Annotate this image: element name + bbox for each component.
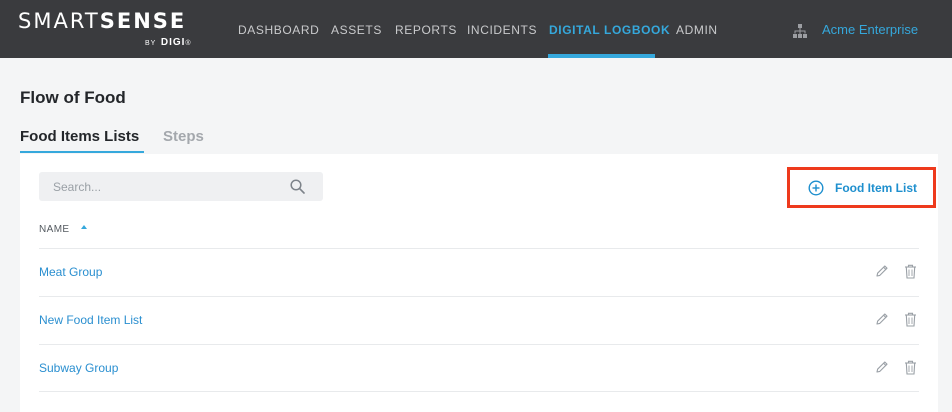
add-food-item-list-button[interactable]: Food Item List [787,167,936,208]
pencil-icon[interactable] [875,264,889,278]
sort-ascending-icon[interactable] [80,224,88,232]
column-header-name[interactable]: NAME [39,224,70,235]
add-button-label: Food Item List [835,181,917,195]
trash-icon[interactable] [904,360,917,375]
nav-dashboard[interactable]: DASHBOARD [238,23,319,37]
food-list-name[interactable]: Meat Group [39,265,102,279]
org-hierarchy-icon [793,24,807,38]
logo-digi: DIGI [160,37,186,48]
plus-circle-icon [808,180,824,196]
logo-word-sense: SENSE [99,9,187,33]
pencil-icon[interactable] [875,360,889,374]
search-box [39,172,323,201]
search-input[interactable] [39,172,289,201]
table-row: New Food Item List [39,296,919,344]
pencil-icon[interactable] [875,312,889,326]
nav-reports[interactable]: REPORTS [395,23,457,37]
logo-byline: BY DIGI® [145,37,191,48]
logo-registered: ® [185,40,191,47]
active-nav-indicator [548,54,655,58]
food-list-name[interactable]: New Food Item List [39,313,142,327]
smartsense-logo[interactable]: SMARTSENSE BY DIGI® [18,9,191,48]
tab-steps[interactable]: Steps [163,128,204,145]
table-bottom-divider [39,391,919,392]
trash-icon[interactable] [904,264,917,279]
nav-admin[interactable]: ADMIN [676,23,718,37]
search-icon[interactable] [290,179,305,194]
nav-assets[interactable]: ASSETS [331,23,382,37]
tab-food-items-lists[interactable]: Food Items Lists [20,128,139,145]
org-selector[interactable]: Acme Enterprise [822,22,918,37]
nav-digital-logbook[interactable]: DIGITAL LOGBOOK [549,23,670,37]
active-tab-indicator [20,151,144,153]
food-list-name[interactable]: Subway Group [39,361,118,375]
table-row: Meat Group [39,248,919,296]
food-lists-panel: Food Item List NAME Meat Group New Food … [20,154,938,412]
table-row: Subway Group [39,344,919,392]
logo-wordmark: SMARTSENSE [18,9,186,33]
logo-word-smart: SMART [18,9,100,33]
top-nav-bar: SMARTSENSE BY DIGI® DASHBOARD ASSETS REP… [0,0,952,58]
page-title: Flow of Food [20,88,126,107]
trash-icon[interactable] [904,312,917,327]
logo-by: BY [145,40,157,47]
nav-incidents[interactable]: INCIDENTS [467,23,537,37]
